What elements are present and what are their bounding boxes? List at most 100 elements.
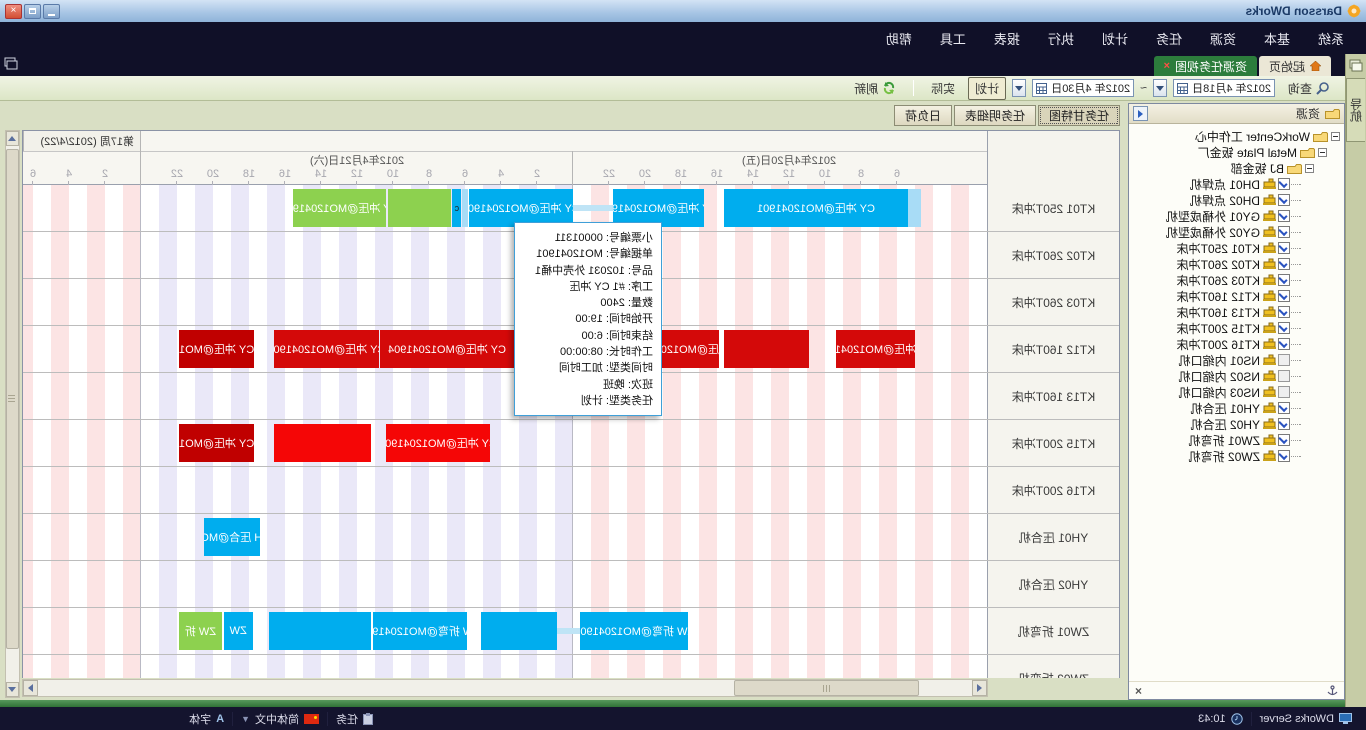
tree-checkbox[interactable] <box>1278 418 1290 430</box>
scroll-right-button[interactable] <box>23 680 38 696</box>
tree-checkbox[interactable] <box>1278 450 1290 462</box>
tree-item[interactable]: WorkCenter 工作中心 <box>1129 128 1340 144</box>
font-setting[interactable]: A 字体 <box>181 711 232 727</box>
horizontal-scroll-thumb[interactable] <box>734 680 919 696</box>
gantt-task-bar[interactable]: CY 冲压@MO12041902 <box>293 189 386 227</box>
tree-item[interactable]: KT13 160T冲床 <box>1129 304 1340 320</box>
nav-vertical-tab[interactable]: 导航 <box>1346 78 1365 142</box>
scroll-down-button[interactable] <box>6 682 19 697</box>
gantt-task-bar[interactable]: CY 冲压@MO1 <box>179 424 255 462</box>
menu-item[interactable]: 基本 <box>1250 25 1304 52</box>
menu-item[interactable]: 资源 <box>1196 25 1250 52</box>
tree-checkbox[interactable] <box>1278 258 1290 270</box>
gantt-task-bar[interactable]: ZW 折弯@MO12041901 <box>580 612 688 650</box>
tree-checkbox[interactable] <box>1278 274 1290 286</box>
gantt-task-bar[interactable]: ZW 折 <box>179 612 222 650</box>
tree-checkbox[interactable] <box>1278 370 1290 382</box>
anchor-icon[interactable] <box>1327 685 1338 696</box>
tree-item[interactable]: KT15 200T冲床 <box>1129 320 1340 336</box>
tree-item[interactable]: GY02 外桶成型机 <box>1129 224 1340 240</box>
menu-item[interactable]: 帮助 <box>872 25 926 52</box>
gantt-task-bar[interactable]: CY 冲压@MO12041904 <box>659 330 718 368</box>
gantt-task-bar[interactable]: ZW 折弯@MO12041901 <box>373 612 467 650</box>
gantt-task-bar[interactable]: CY 冲压@MO12041904 <box>274 330 378 368</box>
gantt-task-bar[interactable] <box>462 189 467 227</box>
tree-checkbox[interactable] <box>1278 386 1290 398</box>
tree-item[interactable]: NS01 内缩口机 <box>1129 352 1340 368</box>
date-from-field[interactable]: 2012年 4月18日 <box>1173 79 1275 97</box>
actual-toggle-button[interactable]: 实际 <box>924 77 962 100</box>
vertical-scroll-thumb[interactable] <box>6 149 19 649</box>
tree-item[interactable]: KT02 260T冲床 <box>1129 256 1340 272</box>
tree-checkbox[interactable] <box>1278 194 1290 206</box>
horizontal-scrollbar[interactable] <box>22 679 988 697</box>
collapse-panel-button[interactable] <box>1133 106 1148 121</box>
gantt-task-bar[interactable]: YH 压合@MO1 <box>204 518 260 556</box>
tree-item[interactable]: KT03 260T冲床 <box>1129 272 1340 288</box>
gantt-task-bar[interactable] <box>388 189 452 227</box>
close-button[interactable]: × <box>5 4 22 19</box>
tree-checkbox[interactable] <box>1278 210 1290 222</box>
search-button[interactable]: 查询 <box>1281 77 1337 100</box>
gantt-task-bar[interactable]: c <box>452 189 461 227</box>
tree-item[interactable]: YH01 压合机 <box>1129 400 1340 416</box>
tree-item[interactable]: DH01 点焊机 <box>1129 176 1340 192</box>
panel-close-icon[interactable]: × <box>1135 684 1142 698</box>
gantt-task-bar[interactable]: CY 冲压@MO12041901 <box>724 189 908 227</box>
tree-item[interactable]: KT12 160T冲床 <box>1129 288 1340 304</box>
tree-checkbox[interactable] <box>1278 434 1290 446</box>
gantt-task-bar[interactable] <box>724 330 809 368</box>
tree-checkbox[interactable] <box>1278 402 1290 414</box>
tree-checkbox[interactable] <box>1278 178 1290 190</box>
gantt-task-bar[interactable]: ZW <box>224 612 253 650</box>
tab-resource-task-view[interactable]: 资源任务视图 × <box>1154 56 1257 76</box>
gantt-task-bar[interactable]: CY 冲压@MO12041903 <box>386 424 490 462</box>
tree-checkbox[interactable] <box>1278 242 1290 254</box>
cascade-windows-icon[interactable] <box>4 57 18 70</box>
tree-item[interactable]: Metal Plate 钣金厂 <box>1129 144 1340 160</box>
menu-item[interactable]: 系统 <box>1304 25 1358 52</box>
date-to-field[interactable]: 2012年 4月30日 <box>1032 79 1134 97</box>
tree-item[interactable]: ZW01 折弯机 <box>1129 432 1340 448</box>
gantt-task-bar[interactable] <box>274 424 371 462</box>
refresh-button[interactable]: 刷新 <box>847 77 903 100</box>
tree-item[interactable]: ZW02 折弯机 <box>1129 448 1340 464</box>
task-status-item[interactable]: 任务 <box>328 711 381 727</box>
tab-start-page[interactable]: 起始页 <box>1259 56 1331 76</box>
close-icon[interactable]: × <box>1164 60 1170 72</box>
tree-checkbox[interactable] <box>1278 338 1290 350</box>
maximize-button[interactable] <box>24 4 41 19</box>
tree-item[interactable]: YH02 压合机 <box>1129 416 1340 432</box>
gantt-task-bar[interactable]: CY 冲压@MO12041904 <box>380 330 513 368</box>
tree-item[interactable]: BJ 钣金部 <box>1129 160 1340 176</box>
tree-item[interactable]: KT16 200T冲床 <box>1129 336 1340 352</box>
tree-item[interactable]: KT01 250T冲床 <box>1129 240 1340 256</box>
tree-expander-icon[interactable] <box>1305 164 1314 173</box>
pane-tab[interactable]: 日负荷 <box>894 105 952 126</box>
gantt-task-bar[interactable] <box>269 612 372 650</box>
tree-item[interactable]: NS02 内缩口机 <box>1129 368 1340 384</box>
tree-expander-icon[interactable] <box>1318 148 1327 157</box>
tree-expander-icon[interactable] <box>1331 132 1340 141</box>
pane-tab[interactable]: 任务甘特图 <box>1038 105 1120 126</box>
language-selector[interactable]: 简体中文 ▼ <box>233 711 327 727</box>
tree-checkbox[interactable] <box>1278 322 1290 334</box>
gantt-task-bar[interactable]: CY 冲压@MO12041904 <box>836 330 915 368</box>
tree-checkbox[interactable] <box>1278 290 1290 302</box>
gantt-task-bar[interactable] <box>908 189 922 227</box>
tree-checkbox[interactable] <box>1278 226 1290 238</box>
pane-tab[interactable]: 任务明细表 <box>954 105 1036 126</box>
menu-item[interactable]: 计划 <box>1088 25 1142 52</box>
tree-item[interactable]: GY01 外桶成型机 <box>1129 208 1340 224</box>
scroll-up-button[interactable] <box>6 131 19 146</box>
layered-windows-icon[interactable] <box>1349 59 1363 72</box>
menu-item[interactable]: 报表 <box>980 25 1034 52</box>
gantt-task-bar[interactable] <box>481 612 557 650</box>
menu-item[interactable]: 工具 <box>926 25 980 52</box>
tree-checkbox[interactable] <box>1278 306 1290 318</box>
menu-item[interactable]: 执行 <box>1034 25 1088 52</box>
gantt-task-bar[interactable]: CY 冲压@MO1 <box>179 330 255 368</box>
tree-item[interactable]: DH02 点焊机 <box>1129 192 1340 208</box>
date-from-dropdown[interactable] <box>1153 79 1167 97</box>
menu-item[interactable]: 任务 <box>1142 25 1196 52</box>
